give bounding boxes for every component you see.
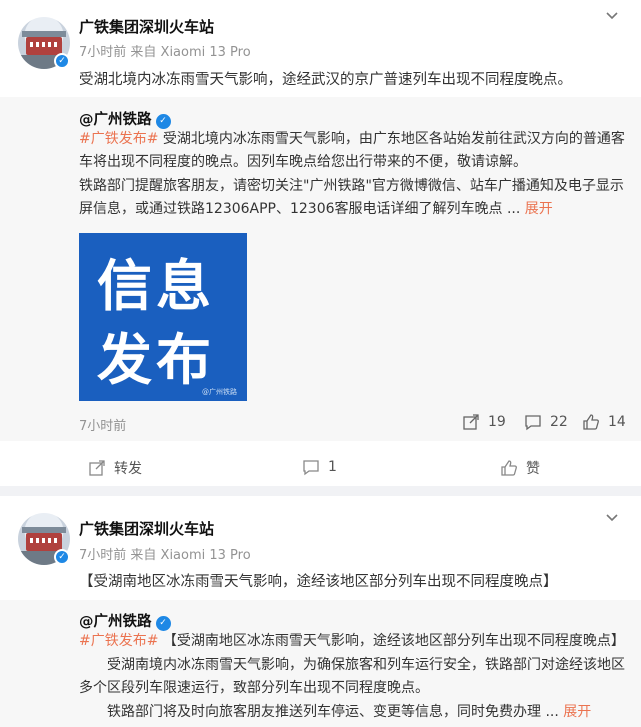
username[interactable]: 广铁集团深圳火车站 xyxy=(79,16,214,37)
weibo-post-1: ✓ 广铁集团深圳火车站 7小时前 来自 Xiaomi 13 Pro 受湖北境内冰… xyxy=(0,0,641,486)
repost-title: #广铁发布# 【受湖南地区冰冻雨雪天气影响，途经该地区部分列车出现不同程度晚点】 xyxy=(79,630,627,653)
verified-badge-icon: ✓ xyxy=(54,53,70,69)
share-icon xyxy=(463,414,479,430)
repost-author-name[interactable]: @广州铁路 xyxy=(79,614,152,630)
repost-comment-button[interactable]: 22 xyxy=(524,413,568,431)
thumbs-up-icon xyxy=(501,460,517,476)
comment-count: 1 xyxy=(328,459,337,475)
post-text: 【受湖南地区冰冻雨雪天气影响，途经该地区部分列车出现不同程度晚点】 xyxy=(79,574,558,590)
repost-author[interactable]: @广州铁路 ✓ xyxy=(79,108,171,129)
repost-text: 受湖北境内冰冻雨雪天气影响，由广东地区各站始发前往武汉方向的普通客车将出现不同程… xyxy=(79,131,625,170)
repost-paragraph-2: 铁路部门将及时向旅客朋友推送列车停运、变更等信息，同时免费办理 ... 展开 xyxy=(79,701,627,724)
image-watermark: @广州铁路 xyxy=(202,388,237,396)
repost-text: 铁路部门将及时向旅客朋友推送列车停运、变更等信息，同时免费办理 ... xyxy=(107,704,559,720)
share-label: 转发 xyxy=(114,461,142,477)
username[interactable]: 广铁集团深圳火车站 xyxy=(79,518,214,539)
hashtag-link[interactable]: #广铁发布# xyxy=(79,131,158,147)
post-text: 受湖北境内冰冻雨雪天气影响，途经武汉的京广普速列车出现不同程度晚点。 xyxy=(79,72,572,88)
repost-author-name[interactable]: @广州铁路 xyxy=(79,112,152,128)
expand-link[interactable]: 展开 xyxy=(525,201,553,217)
hashtag-link[interactable]: #广铁发布# xyxy=(79,633,158,649)
weibo-post-2: ✓ 广铁集团深圳火车站 7小时前 来自 Xiaomi 13 Pro 【受湖南地区… xyxy=(0,496,641,727)
image-text-line-2: 发布 xyxy=(97,328,216,392)
verified-badge-icon: ✓ xyxy=(54,549,70,565)
comment-button[interactable]: 1 xyxy=(302,458,337,476)
share-count: 19 xyxy=(488,414,506,430)
repost-share-button[interactable]: 19 xyxy=(462,413,506,431)
comment-icon xyxy=(525,415,541,431)
repost-paragraph-1: 受湖南境内冰冻雨雪天气影响，为确保旅客和列车运行安全，铁路部门对途经该地区多个区… xyxy=(79,657,625,696)
info-release-image[interactable]: 信息 发布 @广州铁路 xyxy=(79,233,247,401)
repost-like-button[interactable]: 14 xyxy=(582,413,626,431)
post-meta: 7小时前 来自 Xiaomi 13 Pro xyxy=(79,45,251,60)
thumbs-up-icon xyxy=(583,414,599,430)
station-building-icon xyxy=(22,31,66,55)
reposted-content[interactable]: @广州铁路 ✓ #广铁发布# 受湖北境内冰冻雨雪天气影响，由广东地区各站始发前往武… xyxy=(0,97,641,441)
station-building-icon xyxy=(22,527,66,551)
reposted-content[interactable]: @广州铁路 ✓ #广铁发布# 【受湖南地区冰冻雨雪天气影响，途经该地区部分列车出现… xyxy=(0,600,641,727)
share-button[interactable]: 转发 xyxy=(88,458,142,478)
chevron-down-icon[interactable] xyxy=(605,508,619,527)
share-icon xyxy=(89,460,105,476)
like-button[interactable]: 赞 xyxy=(500,458,540,478)
repost-author[interactable]: @广州铁路 ✓ xyxy=(79,610,171,631)
repost-paragraph-1: #广铁发布# 受湖北境内冰冻雨雪天气影响，由广东地区各站始发前往武汉方向的普通客… xyxy=(79,128,627,174)
verified-badge-icon: ✓ xyxy=(155,114,171,129)
repost-text: 【受湖南地区冰冻雨雪天气影响，途经该地区部分列车出现不同程度晚点】 xyxy=(158,633,625,649)
repost-paragraph-2: 铁路部门提醒旅客朋友，请密切关注"广州铁路"官方微博微信、站车广播通知及电子显示… xyxy=(79,175,627,221)
repost-time: 7小时前 xyxy=(79,419,127,434)
expand-link[interactable]: 展开 xyxy=(563,704,591,720)
post-meta: 7小时前 来自 Xiaomi 13 Pro xyxy=(79,548,251,563)
like-count: 14 xyxy=(608,414,626,430)
verified-badge-icon: ✓ xyxy=(155,616,171,631)
comment-icon xyxy=(303,460,319,476)
image-text-line-1: 信息 xyxy=(97,254,216,318)
like-label: 赞 xyxy=(526,461,540,477)
chevron-down-icon[interactable] xyxy=(605,6,619,25)
comment-count: 22 xyxy=(550,414,568,430)
